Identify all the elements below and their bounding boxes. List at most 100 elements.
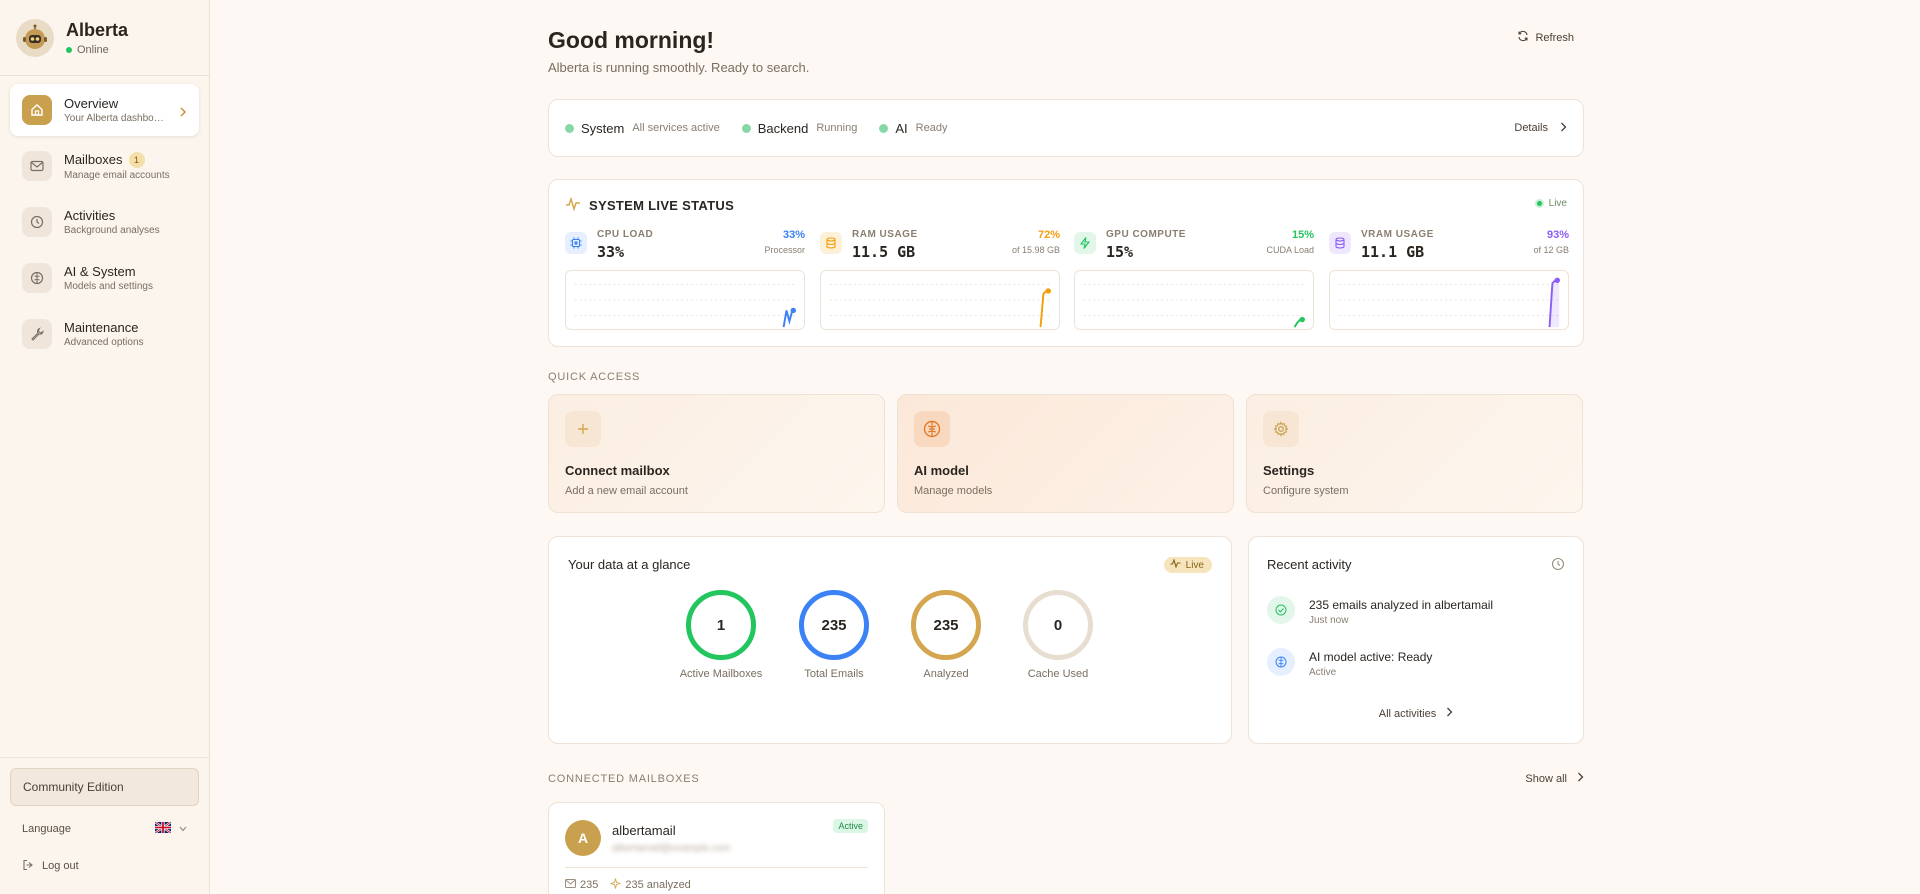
activity-pulse-icon (1170, 558, 1181, 571)
glance-title: Your data at a glance (568, 557, 691, 572)
sidebar-item-sub: Advanced options (64, 337, 144, 348)
edition-badge: Community Edition (10, 768, 199, 806)
brain-icon (22, 263, 52, 293)
chevron-down-icon (179, 823, 187, 835)
uk-flag-icon (154, 821, 172, 836)
logout-button[interactable]: Log out (10, 848, 199, 884)
quick-access-sub: Configure system (1263, 485, 1349, 497)
metric-note: of 15.98 GB (1011, 245, 1060, 255)
language-label: Language (22, 823, 71, 835)
metric-name: RAM USAGE (852, 229, 918, 240)
stat-value: 0 (1023, 590, 1093, 660)
status-value: All services active (632, 122, 720, 134)
mailbox-email: albertamail@example.com (612, 843, 731, 854)
metric-value: 11.5 GB (852, 243, 916, 261)
metric-value: 33% (597, 243, 625, 261)
stat-analyzed: 235 Analyzed (896, 590, 996, 680)
sidebar-item-label: Mailboxes (64, 152, 123, 167)
sidebar-item-maintenance[interactable]: Maintenance Advanced options (10, 308, 199, 360)
online-status: Online (66, 44, 128, 56)
database-icon (1329, 232, 1351, 254)
metric-note: CUDA Load (1266, 245, 1314, 255)
refresh-button[interactable]: Refresh (1507, 28, 1584, 47)
quick-connect-mailbox[interactable]: Connect mailbox Add a new email account (548, 394, 885, 513)
quick-ai-model[interactable]: AI model Manage models (897, 394, 1234, 513)
sparkline-series (1039, 289, 1051, 328)
activity-item: AI model active: Ready Active (1267, 648, 1432, 678)
activity-time: Just now (1309, 615, 1349, 626)
ram-sparkline (820, 270, 1060, 330)
recent-activity-card: Recent activity 235 emails analyzed in a… (1248, 536, 1584, 744)
metric-note: of 12 GB (1533, 245, 1569, 255)
show-all-mailboxes-link[interactable]: Show all (1525, 772, 1584, 785)
sidebar-item-label: Overview (64, 96, 119, 111)
metric-name: GPU COMPUTE (1106, 229, 1186, 240)
activity-title: AI model active: Ready (1309, 650, 1433, 664)
glance-live-label: Live (1185, 559, 1204, 571)
sidebar-item-sub: Manage email accounts (64, 169, 170, 181)
vram-sparkline (1329, 270, 1569, 330)
status-ai: AI Ready (879, 121, 947, 136)
activity-title: 235 emails analyzed in albertamail (1309, 598, 1494, 612)
metric-name: VRAM USAGE (1361, 229, 1434, 240)
sidebar-item-sub: Models and settings (64, 281, 153, 292)
home-icon (22, 95, 52, 125)
sparkline-current-point (1045, 288, 1051, 294)
activity-status: Active (1309, 667, 1337, 678)
chevron-right-icon (1446, 707, 1453, 720)
sidebar-item-mailboxes[interactable]: Mailboxes 1 Manage email accounts (10, 140, 199, 192)
sidebar-item-activities[interactable]: Activities Background analyses (10, 196, 199, 248)
mailboxes-count-badge: 1 (128, 151, 145, 168)
avatar: A (565, 820, 601, 856)
activity-pulse-icon (565, 196, 581, 214)
sidebar-item-sub: Background analyses (64, 225, 160, 236)
language-selector[interactable]: Language (10, 810, 199, 848)
sidebar-item-label: Maintenance (64, 320, 139, 335)
status-dot-icon (741, 123, 751, 133)
metric-value: 11.1 GB (1361, 243, 1425, 261)
details-button[interactable]: Details (1514, 122, 1567, 135)
refresh-label: Refresh (1535, 31, 1574, 44)
stat-value: 235 (911, 590, 981, 660)
sidebar-item-ai-system[interactable]: AI & System Models and settings (10, 252, 199, 304)
quick-access-title: Settings (1263, 463, 1315, 478)
status-name: AI (895, 120, 908, 136)
metric-percent: 93% (1546, 229, 1569, 241)
cpu-icon (565, 232, 587, 254)
mail-icon (22, 151, 52, 181)
mailbox-card[interactable]: A albertamail albertamail@example.com Ac… (548, 802, 885, 894)
metric-name: CPU LOAD (597, 229, 654, 240)
mailbox-stats: 235 235 analyzed (565, 878, 691, 892)
chevron-right-icon (1560, 122, 1567, 135)
cpu-sparkline (565, 270, 805, 330)
sidebar-footer: Community Edition Language Log out (0, 757, 209, 894)
status-backend: Backend Running (741, 121, 857, 136)
plus-icon (565, 411, 601, 447)
metric-percent: 33% (782, 229, 805, 241)
live-label: Live (1548, 198, 1567, 209)
gear-icon (1263, 411, 1299, 447)
stat-value: 1 (686, 590, 756, 660)
stat-value: 235 (799, 590, 869, 660)
quick-settings[interactable]: Settings Configure system (1246, 394, 1583, 513)
sidebar: Alberta Online Overview Your Alberta das… (0, 0, 210, 894)
metric-cpu: CPU LOAD 33% 33% Processor (565, 229, 805, 333)
live-status-title: SYSTEM LIVE STATUS (565, 196, 734, 214)
chevron-right-icon (179, 104, 187, 122)
clock-icon (22, 207, 52, 237)
all-activities-link[interactable]: All activities (1249, 707, 1583, 720)
brain-icon (1267, 648, 1295, 676)
sparkle-icon (610, 878, 621, 892)
metric-ram: RAM USAGE 11.5 GB 72% of 15.98 GB (820, 229, 1060, 333)
quick-access-label: QUICK ACCESS (548, 371, 641, 383)
stat-label: Total Emails (804, 668, 864, 680)
status-name: System (581, 120, 625, 136)
status-value: Ready (915, 122, 948, 134)
online-status-label: Online (77, 43, 109, 56)
page-title: Good morning! (548, 27, 715, 53)
live-dot-icon (1534, 199, 1544, 208)
recent-activity-title: Recent activity (1267, 557, 1352, 572)
sidebar-item-overview[interactable]: Overview Your Alberta dashboard (10, 84, 199, 136)
mailbox-name: albertamail (612, 823, 676, 838)
sidebar-item-sub: Your Alberta dashboard (64, 113, 164, 124)
